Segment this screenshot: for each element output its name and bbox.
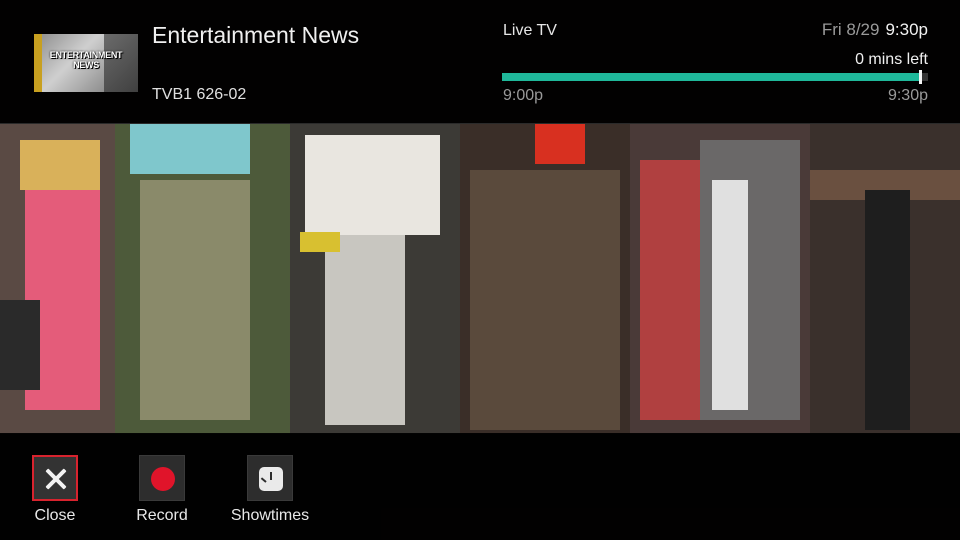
showtimes-button-box[interactable] — [247, 455, 293, 501]
program-thumbnail: ENTERTAINMENT NEWS — [34, 34, 138, 92]
current-date: Fri 8/29 — [821, 20, 880, 39]
program-info-bar: ENTERTAINMENT NEWS Entertainment News TV… — [0, 0, 960, 124]
record-icon — [151, 467, 175, 491]
showtimes-button-label: Showtimes — [230, 507, 310, 524]
current-time: 9:30p — [885, 20, 928, 39]
program-start-time: 9:00p — [503, 87, 544, 104]
date-time: Fri 8/29 9:30p — [822, 20, 928, 40]
showtimes-button[interactable]: Showtimes — [224, 453, 316, 533]
progress-marker — [919, 70, 923, 84]
clock-icon — [259, 467, 283, 491]
program-progress-bar — [502, 70, 928, 84]
action-bar: Close Record Showtimes — [0, 433, 960, 540]
thumbnail-logo-text: ENTERTAINMENT NEWS — [49, 50, 123, 70]
program-end-time: 9:30p — [887, 87, 928, 104]
close-button-label: Close — [34, 507, 76, 524]
close-icon — [44, 467, 68, 491]
close-button-box[interactable] — [32, 455, 78, 501]
record-button-label: Record — [136, 507, 188, 524]
progress-fill — [502, 73, 920, 81]
close-button[interactable]: Close — [9, 453, 101, 533]
time-remaining: 0 mins left — [855, 51, 928, 68]
record-button-box[interactable] — [139, 455, 185, 501]
program-title: Entertainment News — [152, 22, 360, 48]
channel-info: TVB1 626-02 — [152, 86, 247, 103]
live-tv-label: Live TV — [503, 22, 557, 39]
thumbnail-band — [34, 34, 42, 92]
record-button[interactable]: Record — [116, 453, 208, 533]
